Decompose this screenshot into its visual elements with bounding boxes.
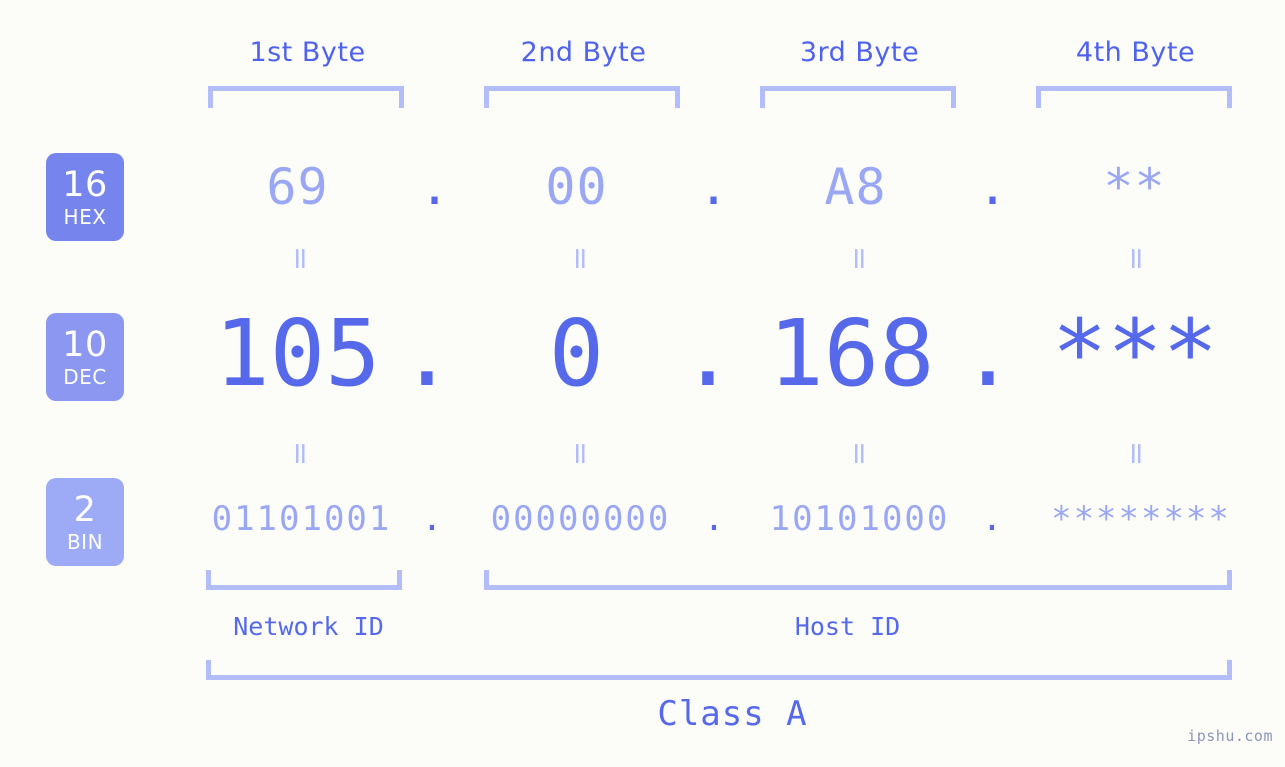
dec-byte-1: 105 xyxy=(214,300,381,407)
byte-header-label-4: 4th Byte xyxy=(1075,37,1196,68)
equals-mark-dec-bin-4: = xyxy=(1119,441,1154,467)
dec-byte-2: 0 xyxy=(548,300,605,407)
equals-mark-hex-dec-1: = xyxy=(283,246,318,272)
hex-separator-2: . xyxy=(698,158,730,216)
dec-separator-1: . xyxy=(399,300,455,407)
equals-mark-hex-dec-3: = xyxy=(842,246,877,272)
network-id-bracket xyxy=(206,570,402,590)
bin-byte-2: 00000000 xyxy=(490,499,671,539)
base-badge-dec-name: DEC xyxy=(63,364,107,389)
byte-header-label-1: 1st Byte xyxy=(249,37,366,68)
bin-byte-3: 10101000 xyxy=(769,499,950,539)
hex-byte-4: ** xyxy=(1103,158,1166,216)
hex-byte-2: 00 xyxy=(545,158,608,216)
bin-byte-4: ******** xyxy=(1051,499,1231,539)
host-id-bracket xyxy=(484,570,1232,590)
class-label: Class A xyxy=(657,694,808,734)
base-badge-dec: 10 DEC xyxy=(46,313,124,401)
watermark-ipshu: ipshu.com xyxy=(1187,727,1273,745)
equals-mark-dec-bin-2: = xyxy=(563,441,598,467)
base-badge-hex-name: HEX xyxy=(63,204,107,229)
dec-separator-3: . xyxy=(960,300,1016,407)
dec-separator-2: . xyxy=(680,300,736,407)
byte-bracket-top-4 xyxy=(1036,86,1232,108)
byte-bracket-top-1 xyxy=(208,86,404,108)
base-badge-bin: 2 BIN xyxy=(46,478,124,566)
byte-bracket-top-3 xyxy=(760,86,956,108)
byte-header-label-3: 3rd Byte xyxy=(799,37,920,68)
base-badge-dec-number: 10 xyxy=(62,324,108,365)
base-badge-bin-name: BIN xyxy=(66,529,104,554)
equals-mark-hex-dec-2: = xyxy=(563,246,598,272)
dec-byte-4: *** xyxy=(1051,300,1219,407)
host-id-label: Host ID xyxy=(794,612,901,641)
bin-separator-1: . xyxy=(421,499,445,539)
bin-separator-3: . xyxy=(981,499,1005,539)
bin-separator-2: . xyxy=(703,499,727,539)
base-badge-hex: 16 HEX xyxy=(46,153,124,241)
ip-address-breakdown-diagram: 1st Byte 2nd Byte 3rd Byte 4th Byte 16 H… xyxy=(0,0,1285,767)
hex-byte-1: 69 xyxy=(266,158,329,216)
hex-separator-1: . xyxy=(419,158,451,216)
hex-byte-3: A8 xyxy=(824,158,887,216)
equals-mark-dec-bin-1: = xyxy=(283,441,318,467)
network-id-label: Network ID xyxy=(233,612,384,641)
hex-separator-3: . xyxy=(977,158,1009,216)
byte-bracket-top-2 xyxy=(484,86,680,108)
class-bracket xyxy=(206,660,1232,680)
equals-mark-hex-dec-4: = xyxy=(1119,246,1154,272)
equals-mark-dec-bin-3: = xyxy=(842,441,877,467)
byte-header-label-2: 2nd Byte xyxy=(520,37,647,68)
base-badge-bin-number: 2 xyxy=(73,489,97,530)
bin-byte-1: 01101001 xyxy=(211,499,392,539)
base-badge-hex-number: 16 xyxy=(62,164,108,205)
dec-byte-3: 168 xyxy=(768,300,935,407)
